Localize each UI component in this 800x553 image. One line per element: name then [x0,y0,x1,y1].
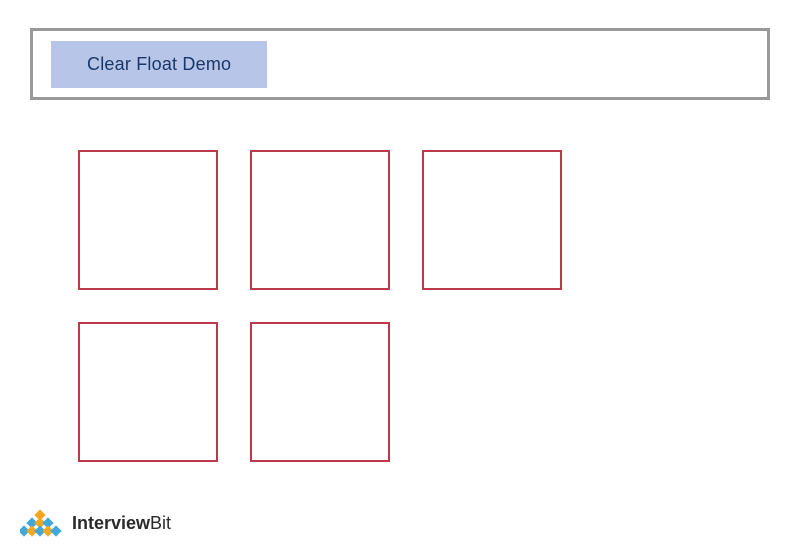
header-container: Clear Float Demo [30,28,770,100]
float-box [422,150,562,290]
brand-name: InterviewBit [72,513,171,534]
page-title: Clear Float Demo [51,41,267,88]
interviewbit-icon [20,509,64,537]
float-box [78,322,218,462]
float-box [78,150,218,290]
float-row-2 [78,322,562,462]
float-box [250,322,390,462]
float-box-grid [78,150,562,494]
float-row-1 [78,150,562,290]
brand-logo: InterviewBit [20,509,171,537]
float-box [250,150,390,290]
